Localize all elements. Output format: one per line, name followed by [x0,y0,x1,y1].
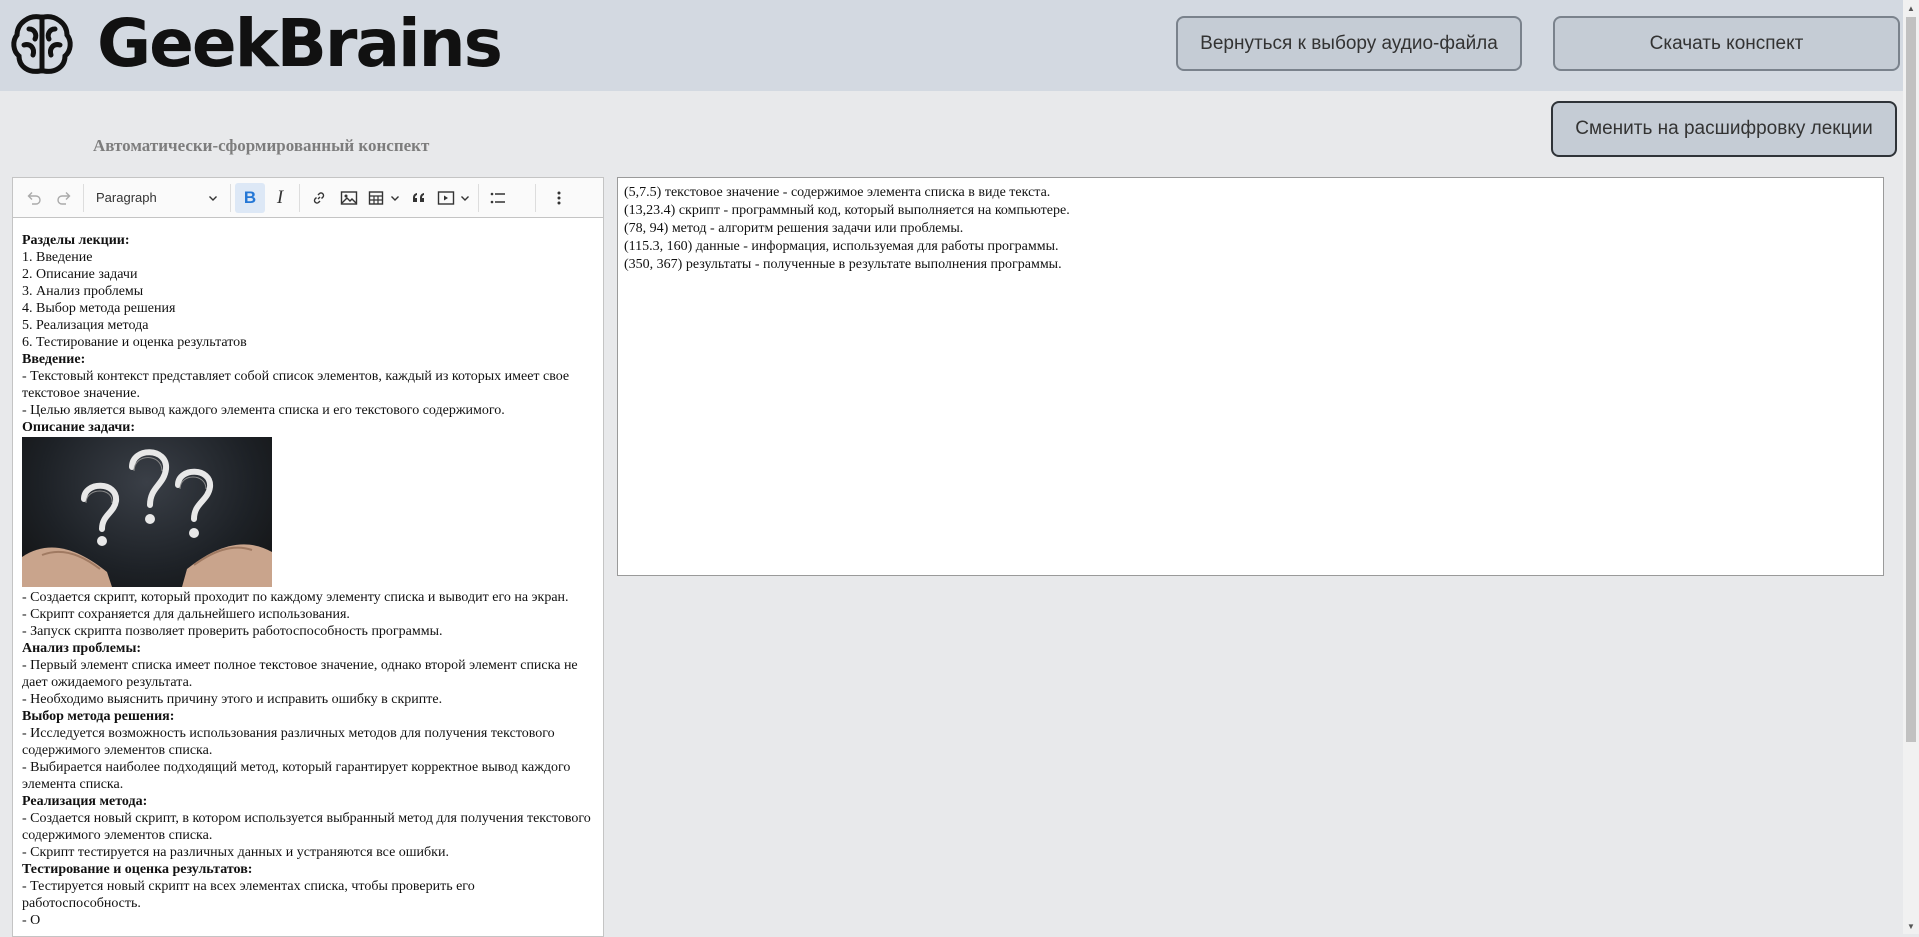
paragraph-style-label: Paragraph [96,190,157,205]
toolbar-divider [83,183,84,212]
term-line: (78, 94) метод - алгоритм решения задачи… [624,221,964,236]
note-line: - Запуск скрипта позволяет проверить раб… [22,624,443,639]
term-line: (13,23.4) скрипт - программный код, кото… [624,203,1070,218]
note-line: - Целью является вывод каждого элемента … [22,403,505,418]
note-line: - Скрипт сохраняется для дальнейшего исп… [22,607,350,622]
chevron-down-icon [391,195,399,201]
note-line: - Тестируется новый скрипт на всех элеме… [22,879,475,911]
notes-blocks: Анализ проблемы: - Первый элемент списка … [22,640,595,929]
chevron-down-icon [209,195,217,201]
term-line: (350, 367) результаты - полученные в рез… [624,257,1062,272]
rich-text-editor: Paragraph B I Разделы лекции: 1. Введени… [12,177,604,937]
scroll-up-arrow-icon[interactable]: ▲ [1903,0,1919,16]
editor-content[interactable]: Разделы лекции: 1. Введение 2. Описание з… [13,218,603,929]
back-to-audio-button[interactable]: Вернуться к выбору аудио-файла [1176,16,1522,71]
section-heading: Введение: [22,352,86,367]
section-list-item: 5. Реализация метода [22,318,149,333]
header-bar: GeekBrains Вернуться к выбору аудио-файл… [0,0,1919,91]
note-line: - Скрипт тестируется на различных данных… [22,845,449,860]
hands-question-marks-illustration [22,449,272,587]
page-subtitle: Автоматически-сформированный конспект [93,136,430,155]
note-line: - Текстовый контекст представляет собой … [22,369,570,401]
sections-list: 1. Введение 2. Описание задачи 3. Анализ п… [22,249,595,351]
section-heading: Анализ проблемы: [22,641,142,656]
section-list-item: 2. Описание задачи [22,267,138,282]
page-scrollbar[interactable]: ▲ ▼ [1903,0,1919,934]
image-icon[interactable] [334,183,364,213]
media-icon [434,183,458,213]
note-line: - Выбирается наиболее подходящий метод, … [22,760,571,792]
toolbar-divider [478,183,479,212]
note-line: - Необходимо выяснить причину этого и ис… [22,692,443,707]
section-list-item: 6. Тестирование и оценка результатов [22,335,247,350]
quote-icon[interactable] [404,183,434,213]
term-line: (115.3, 160) данные - информация, исполь… [624,239,1059,254]
editor-toolbar: Paragraph B I [13,178,603,218]
notes-blocks: Введение: - Текстовый контекст представля… [22,351,595,419]
media-dropdown[interactable] [434,183,474,213]
note-line: - Исследуется возможность использования … [22,726,555,758]
term-line: (5,7.5) текстовое значение - содержимое … [624,185,1051,200]
chevron-down-icon [461,195,469,201]
undo-icon[interactable] [19,183,49,213]
italic-icon[interactable]: I [265,183,295,213]
logo-text: GeekBrains [97,5,503,82]
bulleted-list-icon[interactable] [483,183,513,213]
toolbar-divider [299,183,300,212]
section-list-item: 1. Введение [22,250,93,265]
section-list-item: 4. Выбор метода решения [22,301,176,316]
scroll-down-arrow-icon[interactable]: ▼ [1903,918,1919,934]
logo[interactable]: GeekBrains [9,5,503,82]
note-line: - Создается новый скрипт, в котором испо… [22,811,591,843]
switch-to-transcript-button[interactable]: Сменить на расшифровку лекции [1551,101,1897,157]
task-lines: - Создается скрипт, который проходит по … [22,589,595,640]
terms-list: (5,7.5) текстовое значение - содержимое … [624,184,1877,274]
link-icon[interactable] [304,183,334,213]
redo-icon[interactable] [49,183,79,213]
note-line: - Первый элемент списка имеет полное тек… [22,658,578,690]
question-marks-image[interactable] [22,437,272,587]
section-heading: Выбор метода решения: [22,709,175,724]
table-icon [364,183,388,213]
table-dropdown[interactable] [364,183,404,213]
section-list-item: 3. Анализ проблемы [22,284,144,299]
section-heading: Описание задачи: [22,420,136,435]
note-line: - О [22,913,41,928]
section-heading: Разделы лекции: [22,233,130,248]
download-notes-button[interactable]: Скачать конспект [1553,16,1900,71]
toolbar-divider [535,183,536,212]
paragraph-style-select[interactable]: Paragraph [88,183,226,213]
toolbar-divider [230,183,231,212]
scroll-thumb[interactable] [1906,17,1916,742]
brain-logo-icon [11,14,73,74]
section-heading: Тестирование и оценка результатов: [22,862,253,877]
bold-icon[interactable]: B [235,182,265,213]
terms-textarea[interactable]: (5,7.5) текстовое значение - содержимое … [617,177,1884,576]
note-line: - Создается скрипт, который проходит по … [22,590,569,605]
section-heading: Реализация метода: [22,794,148,809]
more-icon[interactable] [544,183,574,213]
